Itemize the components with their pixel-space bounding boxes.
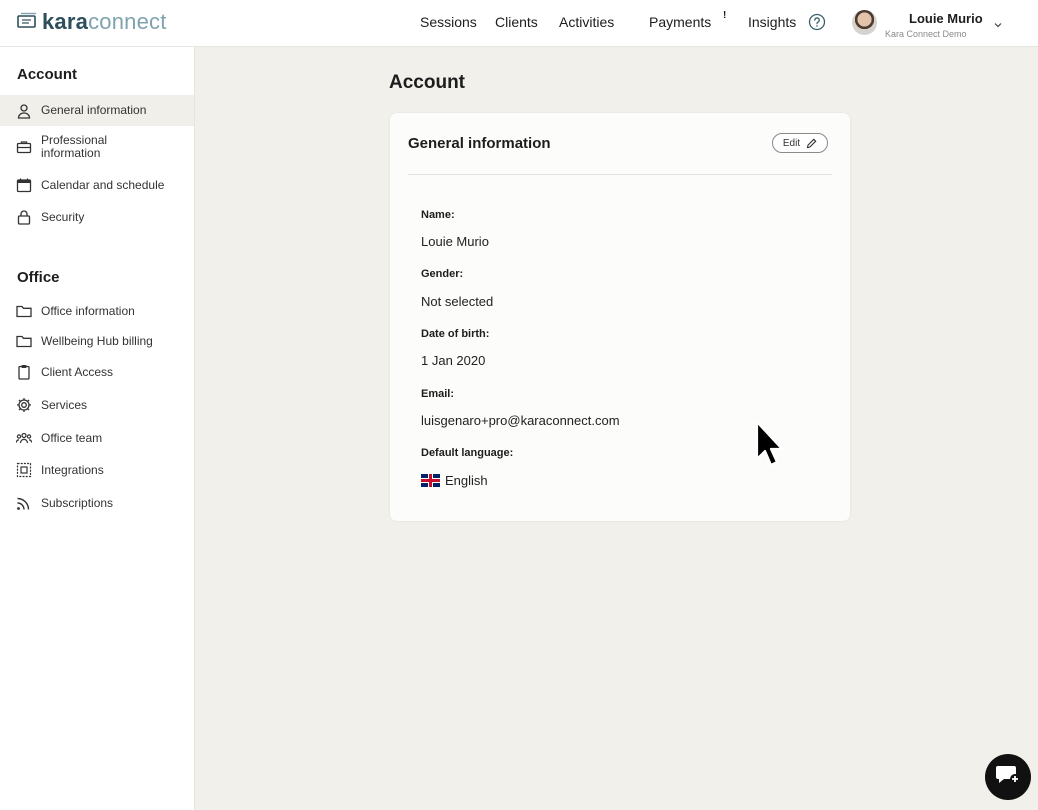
field-label-email: Email:: [421, 388, 455, 400]
mouse-cursor-icon: [754, 420, 788, 479]
sidebar-item-security[interactable]: Security: [0, 205, 194, 229]
sidebar-item-label: Client Access: [41, 364, 114, 379]
gear-icon: [16, 397, 40, 413]
settings-sidebar: Account General information Professional…: [0, 47, 195, 810]
sidebar-item-office-team[interactable]: Office team: [0, 426, 194, 450]
sidebar-section-account: Account: [17, 66, 77, 83]
nav-insights[interactable]: Insights: [748, 14, 796, 30]
sidebar-item-office-information[interactable]: Office information: [0, 299, 194, 323]
nav-payments[interactable]: Payments: [649, 14, 711, 30]
sidebar-item-label: General information: [41, 103, 147, 117]
sidebar-item-label: Office information: [41, 303, 135, 318]
nav-activities[interactable]: Activities: [559, 14, 614, 30]
brand-logo[interactable]: karaconnect: [16, 9, 167, 35]
nav-clients[interactable]: Clients: [495, 14, 538, 30]
sidebar-item-label: Security: [41, 209, 85, 224]
briefcase-icon: [16, 139, 40, 155]
sidebar-section-office: Office: [17, 269, 60, 286]
user-icon: [16, 103, 40, 119]
sidebar-item-integrations[interactable]: Integrations: [0, 458, 194, 482]
top-bar: karaconnect Sessions Clients Activities …: [0, 0, 1038, 47]
user-name[interactable]: Louie Murio: [909, 11, 983, 26]
sidebar-item-label: Services: [41, 397, 88, 412]
folder-icon: [16, 304, 40, 318]
field-value-name: Louie Murio: [421, 234, 489, 249]
sidebar-item-general-information[interactable]: General information: [0, 95, 194, 126]
folder-icon: [16, 334, 40, 348]
field-value-gender: Not selected: [421, 294, 494, 309]
sidebar-item-label: Professional information: [41, 133, 108, 160]
field-value-date-of-birth: 1 Jan 2020: [421, 353, 486, 368]
field-label-gender: Gender:: [421, 268, 464, 280]
sidebar-item-label: Subscriptions: [41, 495, 114, 510]
clipboard-icon: [16, 364, 40, 380]
edit-label: Edit: [782, 137, 801, 149]
sidebar-item-client-access[interactable]: Client Access: [0, 360, 194, 384]
sidebar-item-label: Integrations: [41, 462, 104, 477]
field-label-name: Name:: [421, 209, 455, 221]
field-label-date-of-birth: Date of birth:: [421, 328, 490, 340]
chevron-down-icon[interactable]: [993, 16, 1003, 34]
uk-flag-icon: [421, 474, 440, 487]
sidebar-item-services[interactable]: Services: [0, 393, 194, 417]
field-value-default-language: English: [421, 473, 488, 488]
integrations-icon: [16, 462, 40, 478]
page-title: Account: [389, 72, 465, 93]
rss-icon: [16, 495, 40, 511]
team-icon: [16, 431, 40, 445]
nav-sessions[interactable]: Sessions: [420, 14, 477, 30]
help-icon[interactable]: [808, 13, 826, 36]
logo-icon: [16, 11, 38, 34]
pencil-icon: [806, 138, 817, 149]
sidebar-item-label: Calendar and schedule: [41, 177, 165, 192]
sidebar-item-label: Office team: [41, 430, 103, 445]
chat-button[interactable]: [985, 754, 1031, 800]
language-name: English: [445, 473, 488, 488]
card-title: General information: [408, 135, 551, 152]
user-organization: Kara Connect Demo: [885, 29, 967, 39]
calendar-icon: [16, 177, 40, 193]
chat-icon: [995, 763, 1021, 792]
sidebar-item-label: Wellbeing Hub billing: [41, 333, 153, 348]
avatar[interactable]: [852, 10, 877, 35]
sidebar-item-professional-information[interactable]: Professional information: [0, 133, 194, 161]
edit-button[interactable]: Edit: [772, 133, 828, 153]
sidebar-item-subscriptions[interactable]: Subscriptions: [0, 491, 194, 515]
lock-icon: [16, 209, 40, 225]
payments-alert-badge: !: [723, 10, 727, 21]
sidebar-item-calendar-and-schedule[interactable]: Calendar and schedule: [0, 173, 194, 197]
field-label-default-language: Default language:: [421, 447, 514, 459]
sidebar-item-wellbeing-hub-billing[interactable]: Wellbeing Hub billing: [0, 329, 194, 353]
logo-text: karaconnect: [42, 9, 167, 34]
field-value-email: luisgenaro+pro@karaconnect.com: [421, 413, 620, 428]
divider: [408, 174, 832, 175]
